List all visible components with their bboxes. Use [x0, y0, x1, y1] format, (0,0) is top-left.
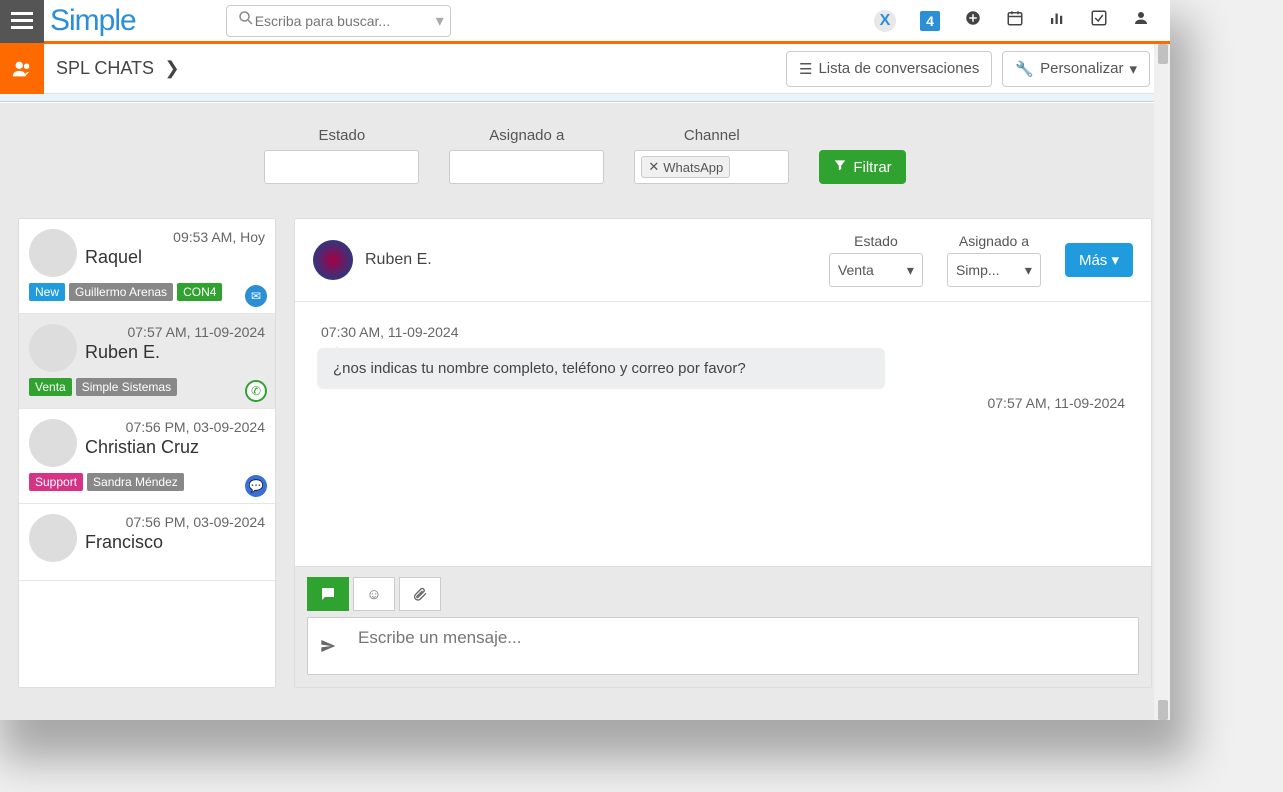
conversation-name: Ruben E.: [85, 342, 265, 363]
messenger-icon: ✉: [245, 285, 267, 307]
compose-area: ☺: [295, 566, 1151, 687]
x-app-icon[interactable]: X: [874, 10, 896, 32]
filter-channel-input[interactable]: ✕ WhatsApp: [634, 150, 789, 184]
status-badge: Support: [29, 473, 83, 491]
app-window: Simple ▾ X 4 SPL CHATS ❯ ☰: [0, 0, 1170, 720]
status-badge: Guillermo Arenas: [69, 283, 173, 301]
contact-name: Ruben E.: [365, 251, 432, 269]
compose-attach-tab[interactable]: [399, 577, 441, 611]
chevron-right-icon: ❯: [165, 58, 180, 78]
filter-estado-input[interactable]: [264, 150, 419, 184]
search-icon: [237, 9, 255, 32]
chat-asignado-select[interactable]: Simp...▾: [947, 253, 1041, 287]
content-area: Estado Asignado a Channel ✕ WhatsApp: [0, 103, 1170, 720]
status-badge: New: [29, 283, 65, 301]
conversation-time: 07:56 PM, 03-09-2024: [85, 514, 265, 530]
avatar: [29, 514, 77, 562]
chat-estado-label: Estado: [854, 233, 898, 249]
conversation-name: Raquel: [85, 247, 265, 268]
calendar-icon[interactable]: [1006, 9, 1024, 32]
conversation-list[interactable]: 09:53 AM, Hoy Raquel NewGuillermo ArenasCO…: [18, 218, 276, 688]
caret-down-icon: ▾: [907, 262, 914, 279]
user-icon[interactable]: [1132, 9, 1150, 32]
caret-down-icon: ▾: [1129, 60, 1137, 78]
menu-toggle-button[interactable]: [0, 0, 44, 43]
module-bar: SPL CHATS ❯ ☰ Lista de conversaciones 🔧 …: [0, 44, 1170, 94]
filter-button[interactable]: Filtrar: [819, 150, 905, 184]
tag-remove-icon[interactable]: ✕: [648, 159, 659, 175]
conversation-name: Francisco: [85, 532, 265, 553]
conversation-item[interactable]: 07:56 PM, 03-09-2024 Francisco: [19, 504, 275, 581]
chat-pane: Ruben E. Estado Venta▾ Asignado a: [294, 218, 1152, 688]
customize-button[interactable]: 🔧 Personalizar ▾: [1002, 51, 1150, 87]
conversation-name: Christian Cruz: [85, 437, 265, 458]
contact-avatar: [313, 240, 353, 280]
conversation-list-button[interactable]: ☰ Lista de conversaciones: [786, 51, 992, 87]
chevron-down-icon[interactable]: ▾: [436, 11, 444, 31]
window-scrollbar[interactable]: [1154, 44, 1170, 720]
filter-row: Estado Asignado a Channel ✕ WhatsApp: [18, 121, 1152, 198]
avatar: [29, 324, 77, 372]
list-icon: ☰: [799, 60, 812, 78]
message-timestamp: 07:57 AM, 11-09-2024: [321, 395, 1125, 411]
conversation-time: 09:53 AM, Hoy: [85, 229, 265, 245]
filter-estado-label: Estado: [318, 127, 365, 144]
message-bubble: ¿nos indicas tu nombre completo, teléfon…: [317, 348, 885, 389]
caret-down-icon: ▾: [1111, 252, 1119, 269]
whatsapp-icon: ✆: [245, 380, 267, 402]
status-badge: Simple Sistemas: [76, 378, 177, 396]
chat-estado-select[interactable]: Venta▾: [829, 253, 923, 287]
conversation-time: 07:56 PM, 03-09-2024: [85, 419, 265, 435]
top-bar: Simple ▾ X 4: [0, 0, 1170, 44]
wrench-icon: 🔧: [1015, 60, 1034, 78]
compose-emoji-tab[interactable]: ☺: [353, 577, 395, 611]
more-button[interactable]: Más ▾: [1065, 243, 1133, 277]
avatar: [29, 229, 77, 277]
message-list[interactable]: 07:30 AM, 11-09-2024 ¿nos indicas tu nomb…: [295, 302, 1151, 566]
global-search[interactable]: ▾: [226, 5, 451, 37]
message-timestamp: 07:30 AM, 11-09-2024: [321, 324, 1129, 340]
compose-chat-tab[interactable]: [307, 577, 349, 611]
filter-channel-label: Channel: [684, 127, 740, 144]
filter-asignado-label: Asignado a: [489, 127, 564, 144]
conversation-item[interactable]: 07:57 AM, 11-09-2024 Ruben E. VentaSimple …: [19, 314, 275, 409]
channel-tag[interactable]: ✕ WhatsApp: [641, 156, 730, 178]
search-input[interactable]: [255, 13, 436, 29]
message-input[interactable]: [348, 618, 1138, 674]
module-title[interactable]: SPL CHATS ❯: [56, 58, 180, 79]
four-app-icon[interactable]: 4: [920, 11, 940, 31]
chart-icon[interactable]: [1048, 9, 1066, 32]
funnel-icon: [833, 158, 847, 176]
send-icon[interactable]: [308, 618, 348, 674]
chat-asignado-label: Asignado a: [959, 233, 1029, 249]
users-module-icon[interactable]: [0, 44, 44, 94]
chat-header: Ruben E. Estado Venta▾ Asignado a: [295, 219, 1151, 302]
filter-asignado-input[interactable]: [449, 150, 604, 184]
caret-down-icon: ▾: [1025, 262, 1032, 279]
conversation-item[interactable]: 09:53 AM, Hoy Raquel NewGuillermo ArenasCO…: [19, 219, 275, 314]
conversation-item[interactable]: 07:56 PM, 03-09-2024 Christian CruzSuppor…: [19, 409, 275, 504]
brand-logo: Simple: [50, 4, 136, 38]
conversation-time: 07:57 AM, 11-09-2024: [85, 324, 265, 340]
status-badge: CON4: [177, 283, 222, 301]
status-badge: Venta: [29, 378, 72, 396]
checkbox-icon[interactable]: [1090, 9, 1108, 32]
chat-icon: 💬: [245, 475, 267, 497]
top-icon-bar: X 4: [874, 9, 1170, 32]
plus-icon[interactable]: [964, 9, 982, 32]
avatar: [29, 419, 77, 467]
status-badge: Sandra Méndez: [87, 473, 184, 491]
